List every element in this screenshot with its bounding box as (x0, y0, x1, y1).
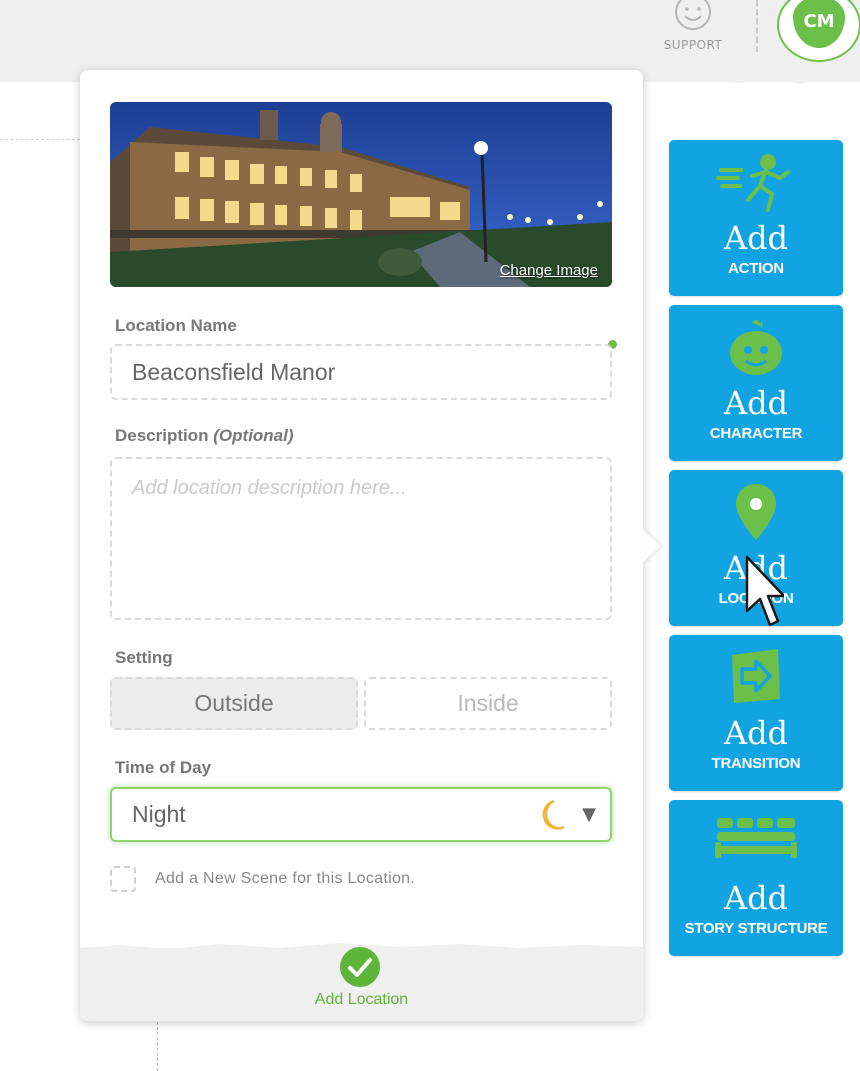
description-input[interactable] (112, 459, 610, 618)
change-image-link[interactable]: Change Image (500, 262, 598, 279)
guide-line (0, 139, 80, 140)
moon-icon (542, 799, 565, 830)
divider (756, 0, 758, 52)
setting-outside-option[interactable]: Outside (110, 677, 358, 730)
add-word: Add (723, 714, 789, 752)
location-name-input[interactable] (112, 346, 610, 398)
running-figure-icon (669, 152, 843, 218)
checkmark-icon (340, 947, 380, 987)
time-of-day-value: Night (132, 801, 186, 827)
new-scene-checkbox[interactable] (110, 866, 136, 892)
map-pin-icon (669, 482, 843, 548)
avatar-initials: CM (793, 0, 845, 48)
mouse-cursor-icon (745, 555, 784, 627)
setting-inside-option[interactable]: Inside (364, 677, 612, 730)
description-field[interactable] (110, 457, 612, 620)
arrow-transition-icon (669, 647, 843, 713)
add-word: Add (723, 879, 789, 917)
setting-label: Setting (115, 648, 173, 667)
add-location-label: Add Location (314, 991, 409, 1008)
character-face-icon (669, 317, 843, 383)
support-label: SUPPORT (663, 38, 723, 52)
time-of-day-label: Time of Day (115, 758, 212, 777)
add-location-panel: Change Image Location Name Description (… (80, 70, 643, 1021)
add-story-structure-button[interactable]: Add STORY STRUCTURE (669, 800, 843, 956)
add-character-label: CHARACTER (709, 425, 803, 442)
description-label-text: Description (115, 426, 209, 445)
guide-line (157, 1022, 158, 1071)
add-action-label: ACTION (728, 260, 784, 277)
add-transition-label: TRANSITION (711, 755, 801, 772)
add-character-button[interactable]: Add CHARACTER (669, 305, 843, 461)
add-word: Add (723, 219, 789, 257)
panel-pointer (643, 530, 661, 562)
story-structure-icon (669, 812, 843, 878)
manor-photo (110, 102, 612, 287)
location-name-label: Location Name (115, 316, 237, 335)
smiley-icon (675, 0, 711, 30)
location-name-field[interactable] (110, 344, 612, 400)
optional-tag: (Optional) (213, 426, 294, 445)
time-of-day-select[interactable]: Night ▼ (110, 787, 612, 842)
location-image: Change Image (110, 102, 612, 287)
add-location-button[interactable]: Add Location (80, 943, 643, 1021)
chevron-down-icon: ▼ (582, 804, 596, 825)
description-label: Description (Optional) (115, 426, 294, 446)
add-word: Add (723, 384, 789, 422)
new-scene-label: Add a New Scene for this Location. (155, 870, 416, 887)
add-story-structure-label: STORY STRUCTURE (684, 920, 828, 937)
add-action-button[interactable]: Add ACTION (669, 140, 843, 296)
add-transition-button[interactable]: Add TRANSITION (669, 635, 843, 791)
support-button[interactable]: SUPPORT (655, 0, 731, 60)
